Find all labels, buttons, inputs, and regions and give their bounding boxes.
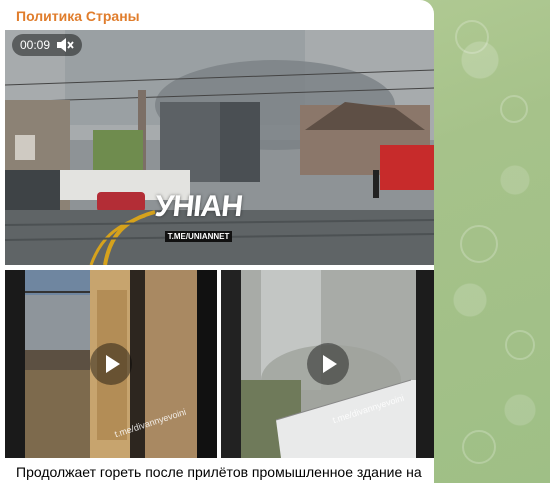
- video-duration: 00:09: [20, 38, 51, 52]
- watermark-logo: УНІАН: [153, 190, 244, 223]
- message-bubble[interactable]: Политика Страны 00:09 УНІАН T.ME/UNIANNE…: [0, 0, 434, 483]
- doodle-decoration: [500, 95, 528, 123]
- video-watermark: УНІАН T.ME/UNIANNET: [153, 190, 244, 243]
- video-thumbnail-right[interactable]: t.me/divannyevoini: [221, 270, 434, 458]
- watermark-url: T.ME/UNIANNET: [164, 231, 233, 242]
- video-thumbnail-left[interactable]: t.me/divannyevoini: [5, 270, 217, 458]
- channel-name[interactable]: Политика Страны: [16, 8, 140, 24]
- message-text: Продолжает гореть после прилётов промышл…: [16, 464, 422, 480]
- play-icon[interactable]: [307, 343, 349, 385]
- doodle-decoration: [505, 330, 535, 360]
- play-icon[interactable]: [90, 343, 132, 385]
- main-video[interactable]: 00:09 УНІАН T.ME/UNIANNET: [5, 30, 434, 265]
- doodle-decoration: [460, 225, 498, 263]
- volume-mute-icon[interactable]: [56, 37, 74, 53]
- doodle-decoration: [462, 430, 496, 464]
- doodle-decoration: [455, 20, 489, 54]
- video-duration-badge: 00:09: [12, 34, 83, 56]
